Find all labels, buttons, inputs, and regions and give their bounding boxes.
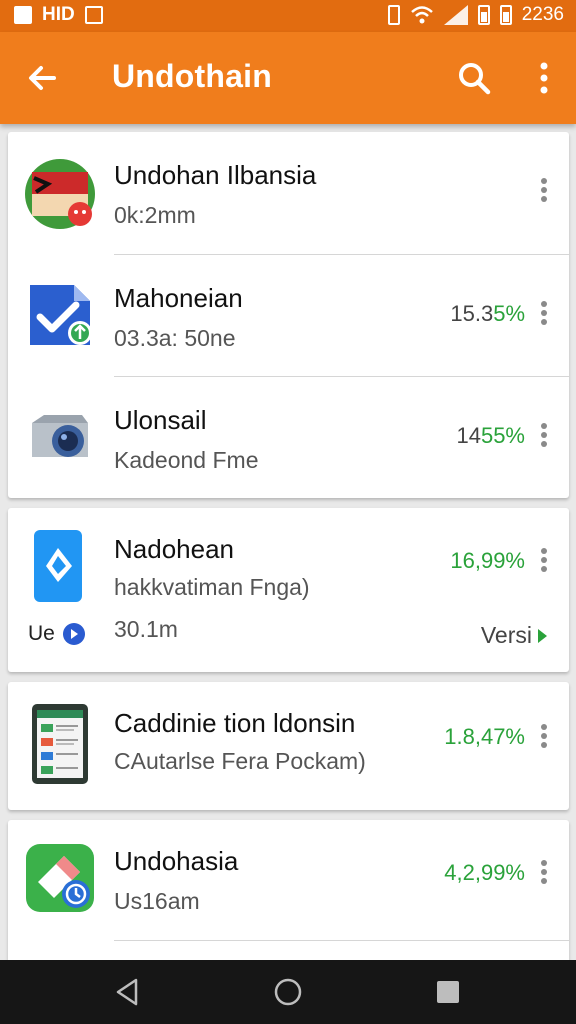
camera-app-icon <box>32 415 88 457</box>
battery-icon <box>477 5 490 25</box>
home-circle-icon[interactable] <box>272 976 304 1008</box>
usage-percent: 16,99% <box>450 548 525 574</box>
usage-percent-highlight: 4,2,99% <box>444 860 525 885</box>
wifi-icon <box>410 6 433 24</box>
vibrate-icon <box>387 5 400 25</box>
app-name: Undohasia <box>114 846 239 876</box>
usage-percent-highlight: 16,99% <box>450 548 525 573</box>
list-item[interactable]: Ulonsail Kadeond Fme 1455% <box>8 377 569 498</box>
app-card: Undohasia Us16am 4,2,99% <box>8 820 569 970</box>
more-vert-icon[interactable] <box>539 178 549 204</box>
list-item[interactable]: Mahoneian 03.3a: 50ne 15.35% <box>8 255 569 376</box>
app-size: 30.1m <box>114 616 178 642</box>
divider <box>114 940 569 941</box>
app-bar: Undothain <box>0 32 576 124</box>
check-document-app-icon <box>30 285 92 345</box>
diamond-app-icon <box>34 530 82 602</box>
more-vert-icon[interactable] <box>539 724 549 750</box>
app-description: hakkvatiman Fnga) <box>114 574 310 600</box>
usage-percent: 15.35% <box>450 301 525 327</box>
usage-percent-base: 14 <box>456 423 481 448</box>
app-name: Undohan Ilbansia <box>114 160 317 190</box>
play-badge-icon <box>62 623 85 645</box>
usage-percent: 1.8,47% <box>444 724 525 750</box>
version-tag: Ue <box>28 622 85 646</box>
flag-app-icon <box>25 159 95 229</box>
list-item[interactable]: Nadohean hakkvatiman Fnga) 30.1m 16,99% … <box>8 508 569 672</box>
mail-icon <box>84 6 103 24</box>
list-item[interactable]: Caddinie tion ldonsin CAutarlse Fera Poc… <box>8 682 569 810</box>
app-size: Kadeond Fme <box>114 447 259 473</box>
app-card: Nadohean hakkvatiman Fnga) 30.1m 16,99% … <box>8 508 569 672</box>
app-name: Caddinie tion ldonsin <box>114 708 356 738</box>
list-item[interactable]: Undohasia Us16am 4,2,99% <box>8 820 569 940</box>
status-left: HID <box>14 4 103 26</box>
app-name: Mahoneian <box>114 283 243 313</box>
list-item[interactable]: Undohan Ilbansia 0k:2mm <box>8 132 569 254</box>
version-link-label: Versi <box>480 622 532 648</box>
app-title: Undothain <box>112 58 272 94</box>
usage-percent: 4,2,99% <box>444 860 525 886</box>
app-description: CAutarlse Fera Pockam) <box>114 748 366 774</box>
usage-percent: 1455% <box>456 423 525 449</box>
app-card: Undohan Ilbansia 0k:2mm Mahoneian 03.3a:… <box>8 132 569 498</box>
more-vert-icon[interactable] <box>539 548 549 574</box>
app-size: 0k:2mm <box>114 202 196 228</box>
eraser-app-icon <box>26 844 94 912</box>
more-vert-icon[interactable] <box>539 860 549 886</box>
app-card: Caddinie tion ldonsin CAutarlse Fera Poc… <box>8 682 569 810</box>
system-nav-bar <box>0 960 576 1024</box>
more-vert-icon[interactable] <box>539 423 549 449</box>
image-icon <box>14 6 32 24</box>
usage-percent-highlight: 5% <box>493 301 525 326</box>
back-triangle-icon[interactable] <box>112 976 144 1008</box>
tablet-app-icon <box>32 704 88 784</box>
version-tag-label: Ue <box>28 622 55 645</box>
app-name: Ulonsail <box>114 405 207 435</box>
back-arrow-icon[interactable] <box>22 58 62 98</box>
chevron-right-icon <box>538 628 547 643</box>
recents-square-icon[interactable] <box>432 976 464 1008</box>
status-time: 2236 <box>521 4 564 25</box>
app-size: 03.3a: 50ne <box>114 325 236 351</box>
status-label: HID <box>42 4 75 25</box>
usage-percent-highlight: 55% <box>480 423 525 448</box>
more-vert-icon[interactable] <box>539 301 549 327</box>
search-icon[interactable] <box>456 60 492 96</box>
usage-percent-base: 15.3 <box>450 301 494 326</box>
version-link[interactable]: Versi <box>481 622 547 649</box>
signal-icon <box>443 5 468 25</box>
status-right: 2236 <box>387 4 564 26</box>
battery-icon <box>499 5 512 25</box>
usage-percent-highlight: 1.8,47% <box>444 724 525 749</box>
app-name: Nadohean <box>114 534 234 564</box>
status-bar: HID 2236 <box>0 0 576 32</box>
app-size: Us16am <box>114 888 200 914</box>
more-vert-icon[interactable] <box>530 60 558 96</box>
